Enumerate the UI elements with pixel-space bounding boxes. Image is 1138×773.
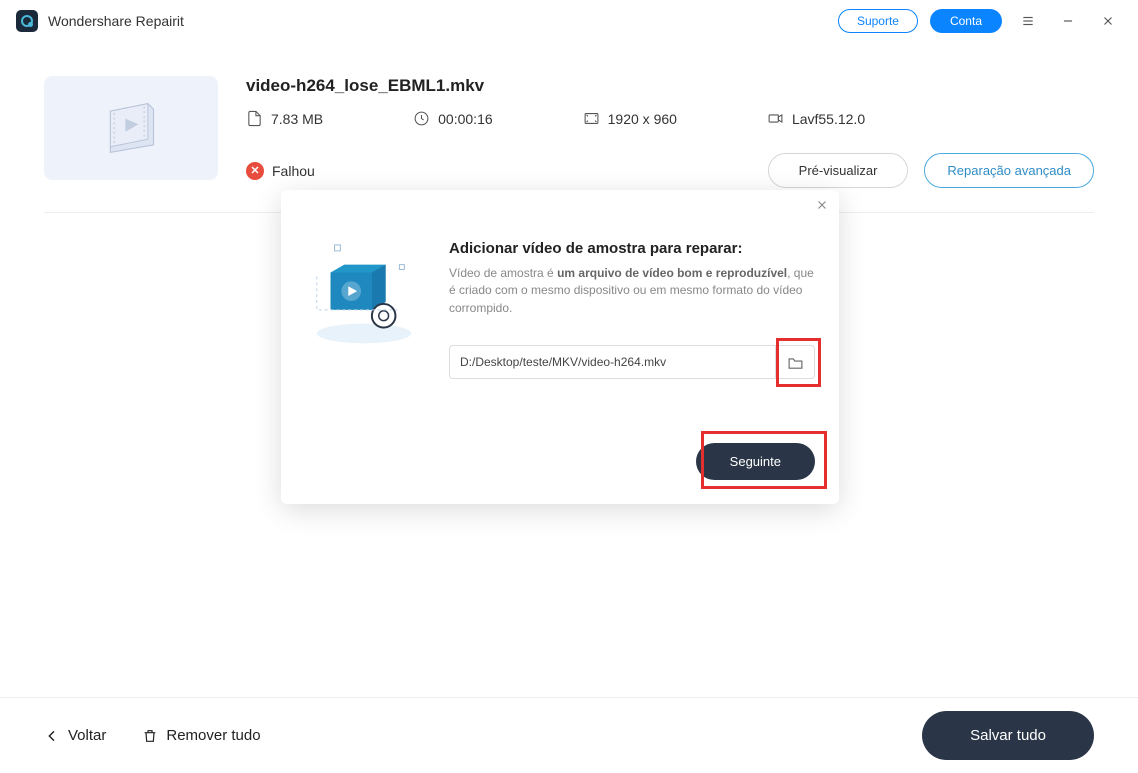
footer: Voltar Remover tudo Salvar tudo (0, 697, 1138, 773)
main-content: video-h264_lose_EBML1.mkv 7.83 MB 00:00:… (0, 42, 1138, 213)
modal-text: Adicionar vídeo de amostra para reparar:… (449, 240, 815, 379)
titlebar-left: Wondershare Repairit (16, 10, 184, 32)
video-file-icon (101, 98, 161, 158)
status-row: Falhou Pré-visualizar Reparação avançada (246, 153, 1094, 188)
modal-desc-prefix: Vídeo de amostra é (449, 266, 557, 280)
file-codec-value: Lavf55.12.0 (792, 111, 865, 127)
sample-path-row (449, 345, 815, 379)
next-button[interactable]: Seguinte (696, 443, 815, 480)
file-resolution: 1920 x 960 (583, 110, 677, 127)
modal-footer: Seguinte (305, 443, 815, 480)
file-info: video-h264_lose_EBML1.mkv 7.83 MB 00:00:… (246, 76, 1094, 188)
remove-all-label: Remover tudo (166, 727, 260, 744)
account-button[interactable]: Conta (930, 9, 1002, 33)
file-icon (246, 110, 263, 127)
save-all-button[interactable]: Salvar tudo (922, 711, 1094, 760)
preview-button[interactable]: Pré-visualizar (768, 153, 909, 188)
modal-illustration (305, 240, 423, 350)
modal-title: Adicionar vídeo de amostra para reparar: (449, 240, 815, 257)
video-thumbnail (44, 76, 218, 180)
modal-close-button[interactable] (815, 198, 829, 217)
folder-video-icon (305, 241, 423, 349)
file-duration: 00:00:16 (413, 110, 493, 127)
camera-icon (767, 110, 784, 127)
back-label: Voltar (68, 727, 106, 744)
menu-icon[interactable] (1014, 7, 1042, 35)
status-buttons: Pré-visualizar Reparação avançada (768, 153, 1094, 188)
back-button[interactable]: Voltar (44, 727, 106, 744)
error-icon (246, 162, 264, 180)
file-resolution-value: 1920 x 960 (608, 111, 677, 127)
file-size: 7.83 MB (246, 110, 323, 127)
footer-left: Voltar Remover tudo (44, 727, 261, 744)
minimize-icon[interactable] (1054, 7, 1082, 35)
chevron-left-icon (44, 728, 60, 744)
trash-icon (142, 728, 158, 744)
status-left: Falhou (246, 162, 315, 180)
close-icon[interactable] (1094, 7, 1122, 35)
advanced-repair-button[interactable]: Reparação avançada (924, 153, 1094, 188)
status-text: Falhou (272, 163, 315, 179)
resolution-icon (583, 110, 600, 127)
file-duration-value: 00:00:16 (438, 111, 493, 127)
support-button[interactable]: Suporte (838, 9, 918, 33)
folder-icon (787, 355, 804, 370)
sample-path-input[interactable] (449, 345, 775, 379)
modal-description: Vídeo de amostra é um arquivo de vídeo b… (449, 265, 815, 317)
titlebar: Wondershare Repairit Suporte Conta (0, 0, 1138, 42)
sample-video-modal: Adicionar vídeo de amostra para reparar:… (281, 190, 839, 504)
app-logo-icon (16, 10, 38, 32)
file-size-value: 7.83 MB (271, 111, 323, 127)
file-name: video-h264_lose_EBML1.mkv (246, 76, 1094, 96)
app-title: Wondershare Repairit (48, 13, 184, 29)
modal-body: Adicionar vídeo de amostra para reparar:… (305, 240, 815, 379)
browse-button[interactable] (775, 345, 815, 379)
file-meta-row: 7.83 MB 00:00:16 1920 x 960 Lavf55.12.0 (246, 110, 1094, 127)
remove-all-button[interactable]: Remover tudo (142, 727, 260, 744)
file-codec: Lavf55.12.0 (767, 110, 865, 127)
titlebar-right: Suporte Conta (838, 7, 1122, 35)
modal-desc-bold: um arquivo de vídeo bom e reproduzível (557, 266, 787, 280)
close-icon (815, 198, 829, 212)
clock-icon (413, 110, 430, 127)
